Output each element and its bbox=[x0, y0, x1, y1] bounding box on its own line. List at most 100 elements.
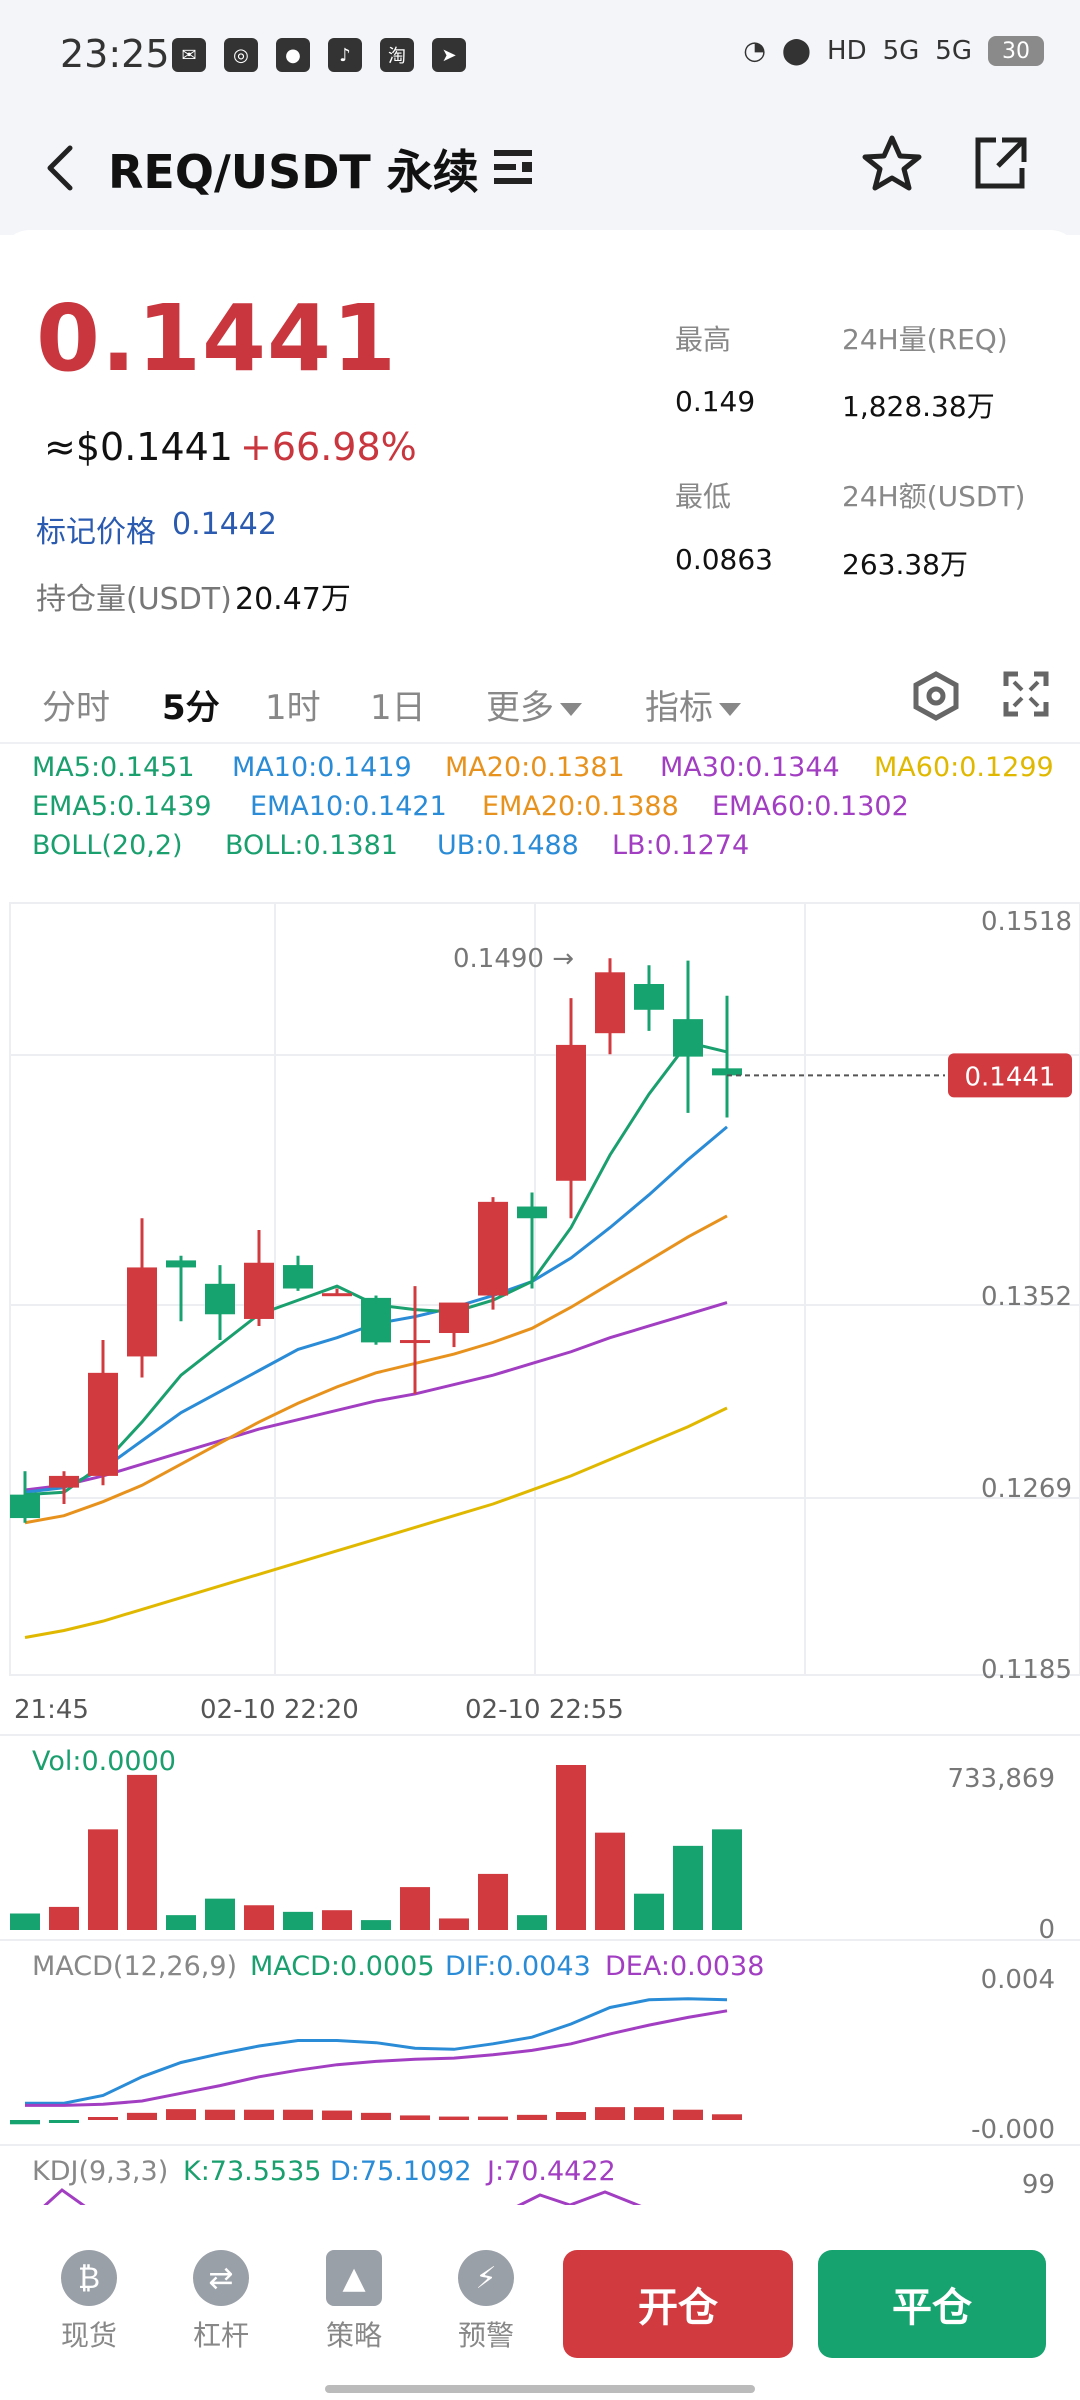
leverage-icon: ⇄ bbox=[193, 2250, 249, 2306]
tab-indicators[interactable]: 指标 bbox=[645, 680, 741, 729]
macd-hist-14 bbox=[556, 2111, 586, 2120]
high-label: 最高 bbox=[675, 323, 732, 356]
volume-bar-17 bbox=[673, 1845, 703, 1930]
status-time: 23:25 bbox=[60, 32, 170, 76]
open-interest-value: 20.47万 bbox=[235, 582, 351, 617]
mark-price-value[interactable]: 0.1442 bbox=[172, 507, 277, 542]
max-price-annotation: 0.1490 → bbox=[453, 944, 574, 974]
nav-alert[interactable]: ⚡ 预警 bbox=[441, 2250, 531, 2354]
pair-title[interactable]: REQ/USDT 永续 bbox=[108, 136, 479, 202]
x-axis-label-2: 02-10 22:55 bbox=[465, 1695, 624, 1725]
macd-hist-18 bbox=[712, 2114, 742, 2120]
mark-price-label[interactable]: 标记价格 bbox=[36, 507, 156, 551]
speed-icon: ◔ bbox=[743, 36, 766, 66]
ma20-line bbox=[24, 1214, 728, 1525]
battery-icon: 30 bbox=[988, 36, 1044, 66]
volume-bar-12 bbox=[478, 1873, 508, 1930]
price-change: +66.98% bbox=[240, 425, 417, 469]
back-arrow-icon[interactable] bbox=[36, 138, 86, 198]
macd-hist-16 bbox=[634, 2107, 664, 2120]
macd-hist-15 bbox=[595, 2107, 625, 2120]
amount-24h-label: 24H额(USDT) bbox=[842, 480, 1026, 513]
chart-settings-icon[interactable] bbox=[910, 670, 962, 722]
tab-timeline[interactable]: 分时 bbox=[42, 680, 110, 729]
tab-more[interactable]: 更多 bbox=[486, 680, 582, 729]
open-position-button[interactable]: 开仓 bbox=[563, 2250, 793, 2358]
boll-ub-value: UB:0.1488 bbox=[437, 830, 579, 861]
tab-1hour[interactable]: 1时 bbox=[265, 680, 321, 729]
status-bar: 23:25 ✉ ◎ ● ♪ 淘 ➤ ◔ ⬤ HD 5G 5G 30 bbox=[0, 0, 1080, 110]
share-icon[interactable] bbox=[968, 132, 1032, 196]
macd-hist-7 bbox=[283, 2109, 313, 2120]
macd-hist-5 bbox=[205, 2109, 235, 2120]
candle-body-17 bbox=[673, 1019, 703, 1057]
fullscreen-icon[interactable] bbox=[1002, 670, 1050, 718]
macd-name: MACD(12,26,9) bbox=[32, 1951, 237, 1982]
bitcoin-icon: ₿ bbox=[61, 2250, 117, 2306]
pair-switch-icon[interactable] bbox=[492, 144, 534, 190]
close-position-button[interactable]: 平仓 bbox=[818, 2250, 1046, 2358]
tab-more-label: 更多 bbox=[486, 688, 554, 728]
kdj-axis-max: 99 bbox=[1022, 2170, 1055, 2200]
y-axis-label-2: 0.1269 bbox=[981, 1474, 1072, 1504]
usd-price: ≈$0.1441 bbox=[44, 425, 233, 469]
nav-margin-label: 杠杆 bbox=[192, 2319, 249, 2352]
macd-dea: DEA:0.0038 bbox=[605, 1951, 764, 1982]
macd-dif: DIF:0.0043 bbox=[445, 1951, 591, 1982]
macd-hist-12 bbox=[478, 2116, 508, 2120]
macd-hist-8 bbox=[322, 2110, 352, 2120]
volume-24h-label: 24H量(REQ) bbox=[842, 323, 1008, 356]
home-indicator bbox=[325, 2385, 755, 2393]
tab-more-dropdown-icon bbox=[560, 703, 582, 716]
macd-axis-max: 0.004 bbox=[981, 1965, 1055, 1995]
nav-margin[interactable]: ⇄ 杠杆 bbox=[176, 2250, 266, 2354]
app-icon: ◎ bbox=[224, 38, 258, 72]
tiktok-icon: ♪ bbox=[328, 38, 362, 72]
macd-hist-1 bbox=[49, 2120, 79, 2123]
kdj-name: KDJ(9,3,3) bbox=[32, 2156, 168, 2187]
ema60-value: EMA60:0.1302 bbox=[712, 791, 909, 822]
ema20-value: EMA20:0.1388 bbox=[482, 791, 679, 822]
macd-hist-17 bbox=[673, 2109, 703, 2120]
nav-spot-label: 现货 bbox=[60, 2319, 117, 2352]
candle-body-2 bbox=[88, 1372, 118, 1476]
low-value: 0.0863 bbox=[675, 543, 773, 576]
candle-body-11 bbox=[439, 1302, 469, 1334]
candle-body-1 bbox=[49, 1475, 79, 1488]
macd-dea-line bbox=[25, 2009, 728, 2107]
candle-body-9 bbox=[361, 1297, 391, 1343]
favorite-star-icon[interactable] bbox=[860, 132, 924, 196]
tab-indicators-dropdown-icon bbox=[719, 703, 741, 716]
taobao-icon: 淘 bbox=[380, 38, 414, 72]
volume-bar-3 bbox=[127, 1774, 157, 1930]
nav-spot[interactable]: ₿ 现货 bbox=[44, 2250, 134, 2354]
volume-bar-5 bbox=[205, 1898, 235, 1930]
boll-lb-value: LB:0.1274 bbox=[612, 830, 750, 861]
bottom-bar: ₿ 现货 ⇄ 杠杆 ▲ 策略 ⚡ 预警 开仓 平仓 bbox=[0, 2205, 1080, 2400]
low-label: 最低 bbox=[675, 480, 732, 513]
candle-body-8 bbox=[322, 1293, 352, 1297]
tab-1day[interactable]: 1日 bbox=[370, 680, 426, 729]
volume-bar-9 bbox=[361, 1920, 391, 1930]
location-icon: ⬤ bbox=[781, 36, 812, 66]
wechat-icon: ✉ bbox=[172, 38, 206, 72]
notification-icons: ✉ ◎ ● ♪ 淘 ➤ bbox=[172, 38, 466, 72]
candle-body-3 bbox=[127, 1267, 157, 1357]
candle-body-7 bbox=[283, 1265, 313, 1289]
kline-chart[interactable]: 0.1518 0.1352 0.1269 0.1185 21:45 02-10 22:20… bbox=[0, 895, 1080, 2210]
tab-indicators-label: 指标 bbox=[645, 688, 713, 728]
tab-5min[interactable]: 5分 bbox=[162, 680, 220, 729]
boll-name: BOLL(20,2) bbox=[32, 830, 183, 861]
kdj-j: J:70.4422 bbox=[485, 2156, 616, 2187]
volume-bar-2 bbox=[88, 1829, 118, 1930]
current-price-tag: 0.1441 bbox=[965, 1062, 1056, 1092]
volume-bar-13 bbox=[517, 1915, 547, 1930]
x-axis-label-1: 02-10 22:20 bbox=[200, 1695, 359, 1725]
strategy-chart-icon: ▲ bbox=[326, 2250, 382, 2306]
macd-hist-0 bbox=[10, 2120, 40, 2125]
volume-24h-value: 1,828.38万 bbox=[842, 390, 995, 423]
signal-5g-icon-2: 5G bbox=[935, 36, 972, 66]
nav-alert-label: 预警 bbox=[457, 2319, 514, 2352]
macd-hist-6 bbox=[244, 2109, 274, 2120]
nav-strategy[interactable]: ▲ 策略 bbox=[309, 2250, 399, 2354]
